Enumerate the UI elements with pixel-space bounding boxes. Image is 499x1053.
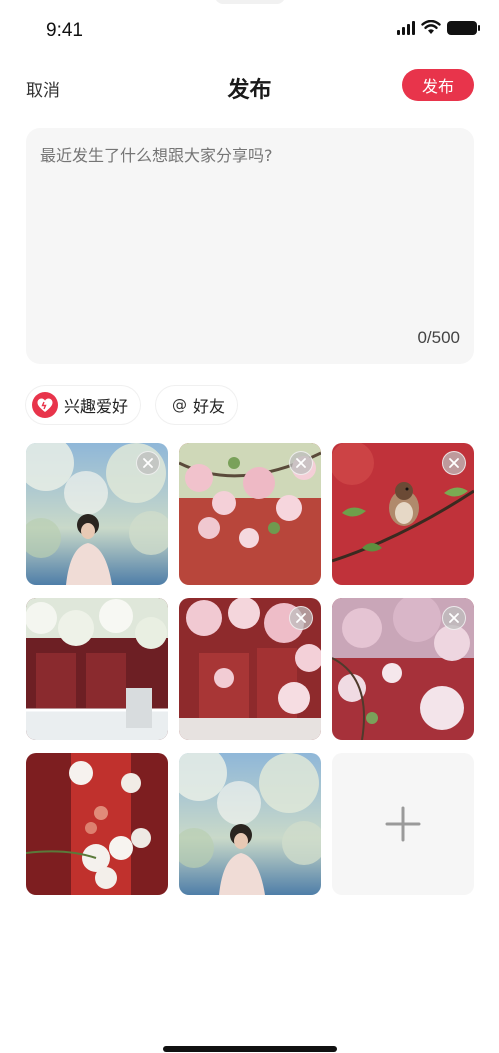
photo-woman-blossoms	[179, 753, 321, 895]
camera-notch	[215, 0, 285, 4]
close-icon	[449, 613, 459, 623]
remove-photo-button[interactable]	[289, 606, 313, 630]
photo-tile[interactable]	[26, 598, 168, 740]
close-icon	[449, 458, 459, 468]
status-icons	[397, 20, 480, 35]
wifi-icon	[421, 20, 441, 34]
tag-chips: 兴趣爱好 @ 好友	[26, 386, 238, 424]
photo-tile[interactable]	[332, 443, 474, 585]
remove-photo-button[interactable]	[442, 606, 466, 630]
at-icon: @	[172, 396, 188, 414]
heart-icon	[32, 392, 58, 418]
battery-icon	[447, 20, 480, 35]
close-icon	[143, 458, 153, 468]
publish-button[interactable]: 发布	[402, 69, 474, 101]
home-indicator	[163, 1046, 337, 1052]
add-photo-button[interactable]	[332, 753, 474, 895]
photo-tile[interactable]	[26, 753, 168, 895]
close-icon	[296, 458, 306, 468]
status-time: 9:41	[46, 20, 83, 41]
plus-icon	[385, 806, 421, 842]
remove-photo-button[interactable]	[136, 451, 160, 475]
interest-chip[interactable]: 兴趣爱好	[26, 386, 141, 424]
remove-photo-button[interactable]	[289, 451, 313, 475]
photo-tile[interactable]	[179, 443, 321, 585]
remove-photo-button[interactable]	[442, 451, 466, 475]
friends-chip-label: 好友	[193, 397, 226, 416]
post-composer[interactable]: 0/500	[26, 128, 474, 364]
photo-palace-gate	[26, 598, 168, 740]
photo-tile[interactable]	[179, 753, 321, 895]
photo-tile[interactable]	[26, 443, 168, 585]
photo-blossoms-red-pillar	[26, 753, 168, 895]
photo-tile[interactable]	[179, 598, 321, 740]
interest-chip-label: 兴趣爱好	[64, 397, 129, 416]
cellular-signal-icon	[397, 20, 415, 35]
status-bar: 9:41	[0, 0, 499, 60]
friends-chip[interactable]: @ 好友	[156, 386, 238, 424]
close-icon	[296, 613, 306, 623]
photo-tile[interactable]	[332, 598, 474, 740]
nav-bar: 取消 发布 发布	[0, 62, 499, 110]
post-text-input[interactable]	[40, 146, 460, 165]
character-counter: 0/500	[417, 328, 460, 347]
